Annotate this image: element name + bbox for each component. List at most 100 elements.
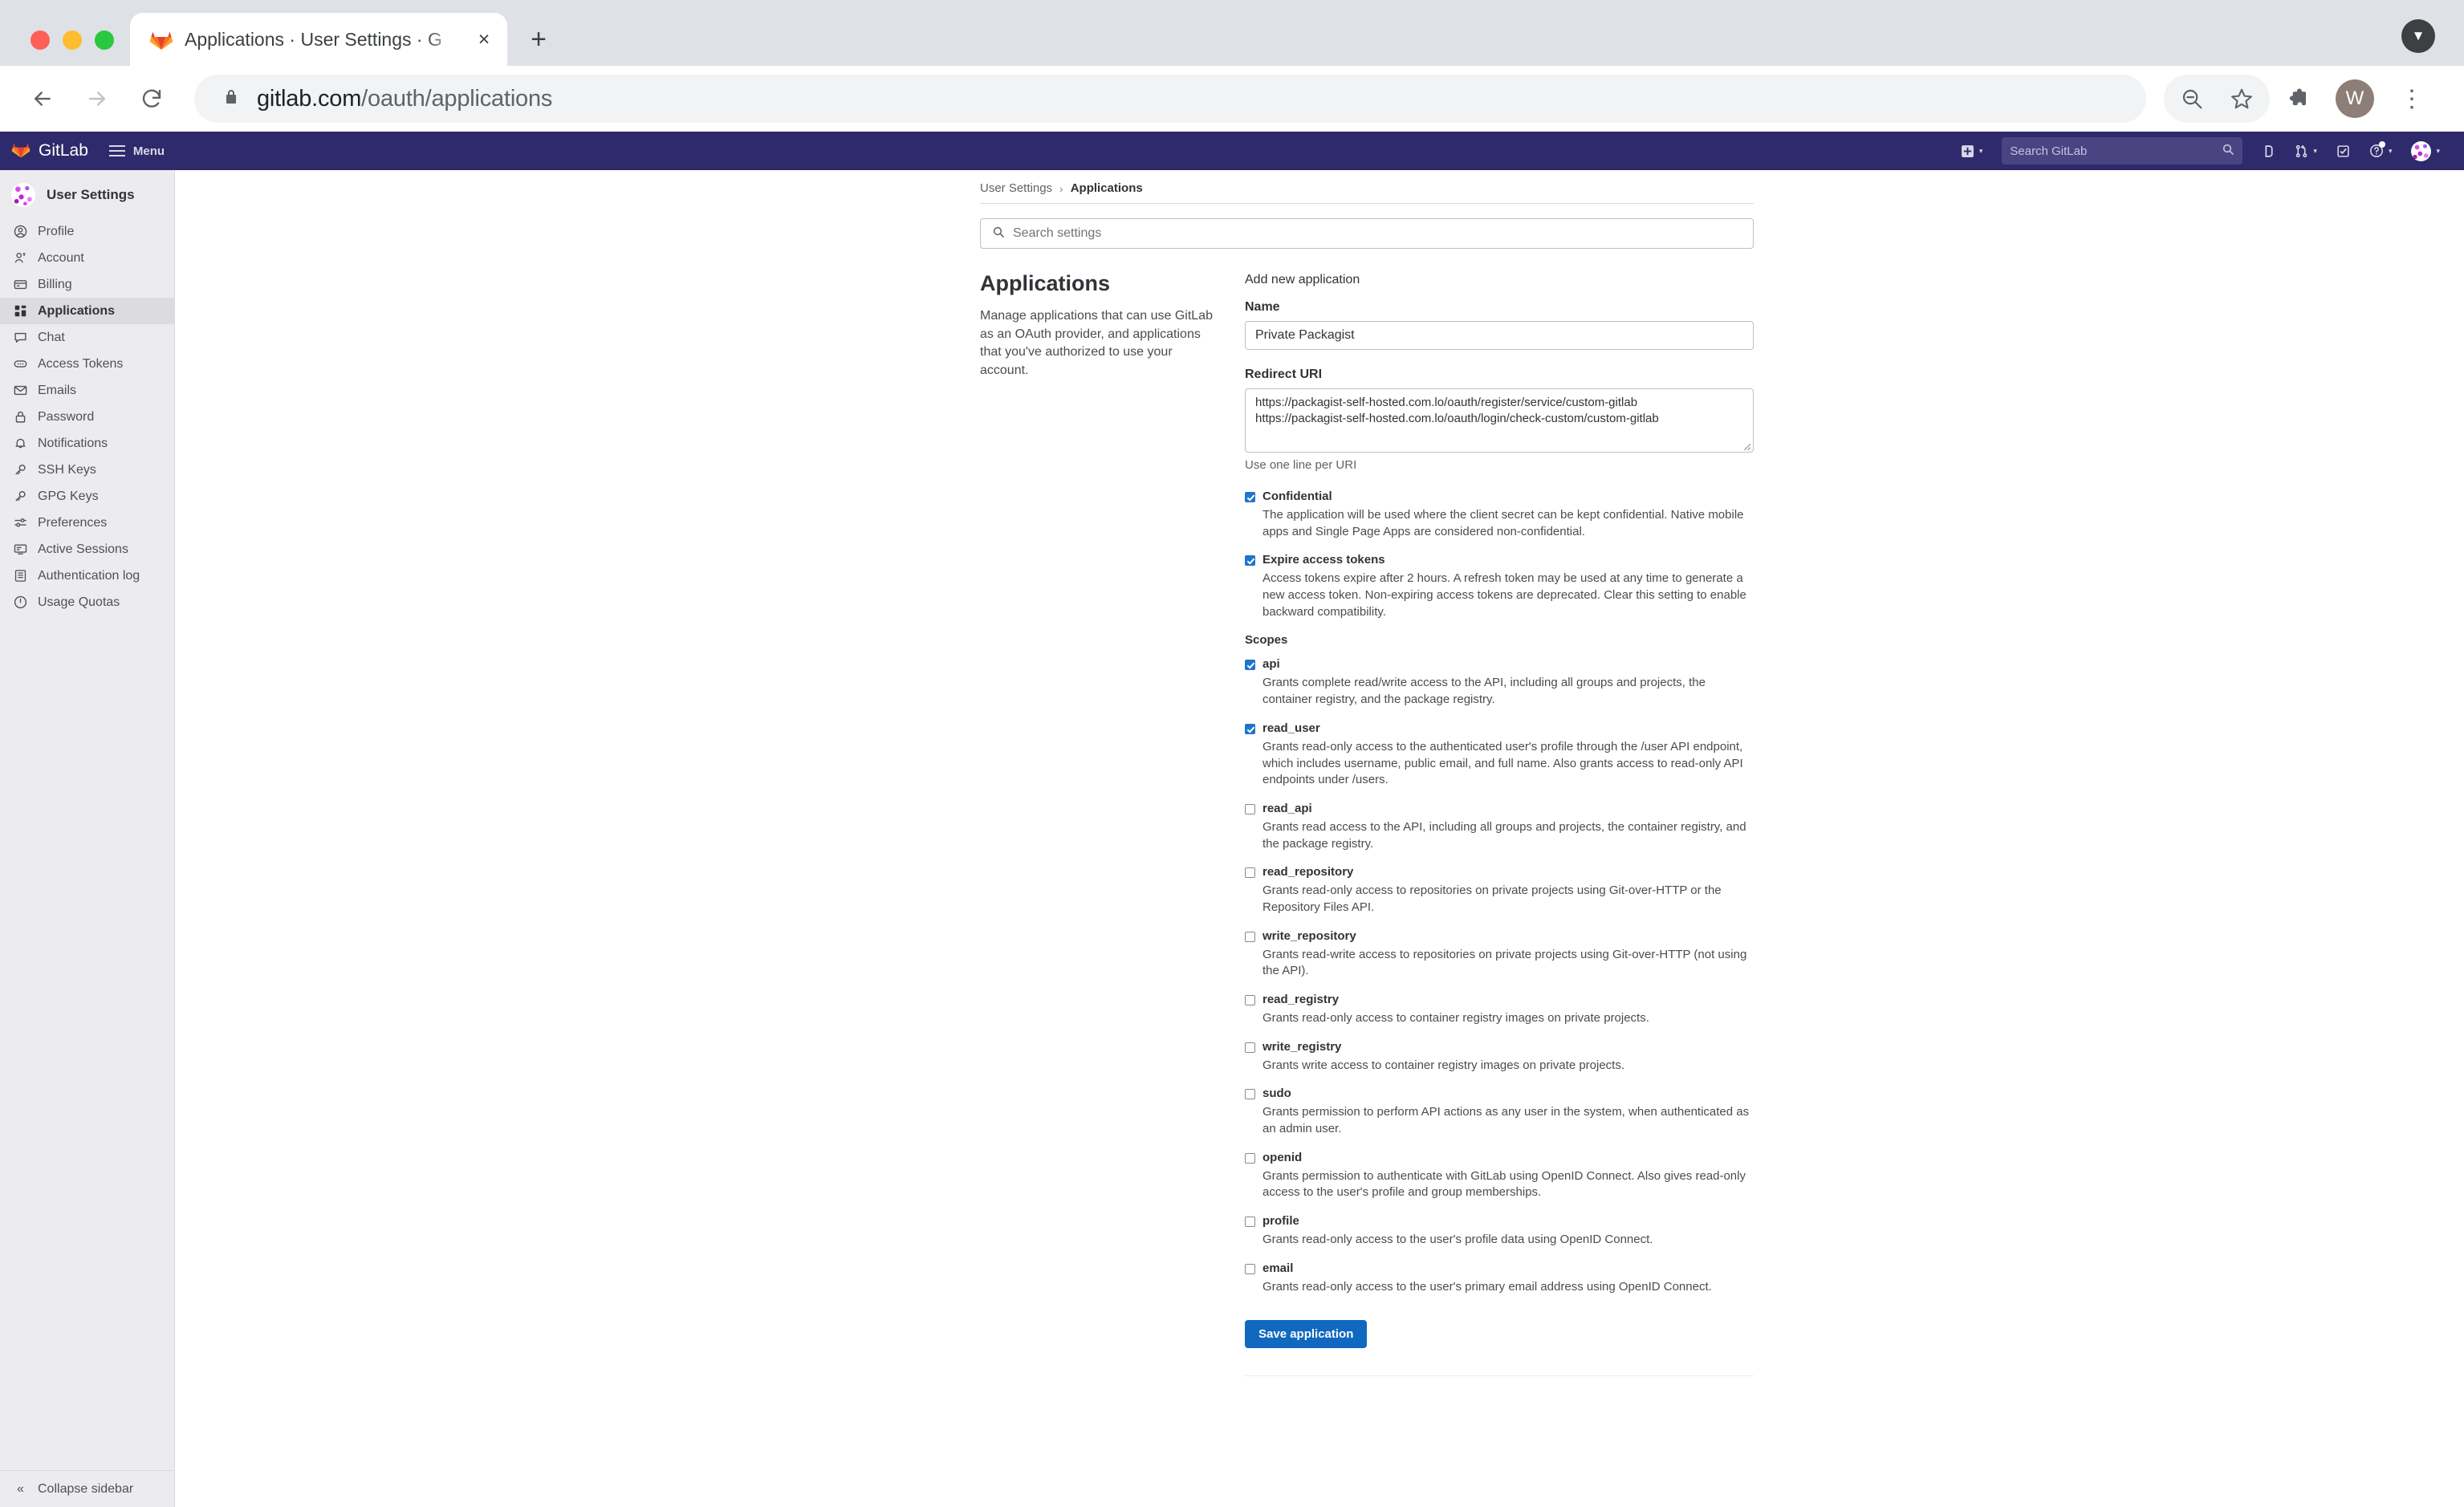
key-icon (13, 462, 28, 477)
profile-icon (13, 224, 28, 239)
sidebar-item-label: Notifications (38, 436, 108, 450)
scope-profile: profile Grants read-only access to the u… (1245, 1214, 1754, 1249)
sidebar-item-label: SSH Keys (38, 462, 96, 477)
main-content: User Settings › Applications Search sett… (175, 170, 2464, 1507)
redirect-uri-textarea[interactable]: https://packagist-self-hosted.com.lo/oau… (1245, 388, 1754, 453)
scope-openid-label: openid (1262, 1150, 1303, 1164)
confidential-checkbox[interactable] (1245, 492, 1255, 502)
new-tab-button[interactable]: + (518, 19, 559, 59)
log-list-icon (13, 568, 28, 583)
sidebar-item-applications[interactable]: Applications (0, 298, 174, 324)
user-menu-button[interactable]: ▾ (2403, 136, 2448, 165)
browser-menu-icon[interactable]: ⋮ (2387, 74, 2437, 124)
gitlab-favicon-icon (149, 27, 173, 51)
gitlab-menu-label: Menu (132, 144, 165, 158)
new-dropdown-button[interactable]: ▾ (1953, 136, 1991, 165)
scope-read-registry-description: Grants read-only access to container reg… (1262, 1011, 1649, 1025)
tab-list-chevron-down-icon[interactable]: ▼ (2401, 19, 2435, 53)
scope-profile-checkbox[interactable] (1245, 1217, 1255, 1228)
scope-write-registry-checkbox[interactable] (1245, 1042, 1255, 1053)
merge-requests-button[interactable]: ▾ (2287, 136, 2325, 165)
scope-read-registry-checkbox[interactable] (1245, 995, 1255, 1005)
bookmark-star-icon[interactable] (2217, 74, 2267, 124)
sidebar-item-billing[interactable]: Billing (0, 271, 174, 298)
sidebar-item-label: Preferences (38, 515, 108, 530)
scope-write-repository-checkbox[interactable] (1245, 931, 1255, 942)
scope-read-user-checkbox[interactable] (1245, 723, 1255, 734)
collapse-sidebar-button[interactable]: « Collapse sidebar (0, 1470, 174, 1507)
redirect-uri-field-group: Redirect URI https://packagist-self-host… (1245, 368, 1754, 472)
sidebar-item-notifications[interactable]: Notifications (0, 430, 174, 457)
scope-email-checkbox[interactable] (1245, 1263, 1255, 1274)
sidebar-item-label: GPG Keys (38, 489, 99, 503)
zoom-bookmark-group (2164, 75, 2270, 123)
user-avatar (2411, 140, 2432, 161)
todos-button[interactable] (2328, 136, 2358, 165)
scope-api-checkbox[interactable] (1245, 660, 1255, 671)
scope-read-repository-description: Grants read-only access to repositories … (1262, 883, 1722, 914)
gitlab-menu-button[interactable]: Menu (108, 144, 165, 158)
window-minimize-button[interactable] (63, 30, 82, 50)
sidebar-item-label: Profile (38, 224, 75, 238)
sidebar-item-chat[interactable]: Chat (0, 324, 174, 351)
expire-access-tokens-checkbox[interactable] (1245, 555, 1255, 567)
sidebar-item-authentication-log[interactable]: Authentication log (0, 563, 174, 589)
save-application-button[interactable]: Save application (1245, 1319, 1368, 1348)
scope-sudo-checkbox[interactable] (1245, 1089, 1255, 1100)
zoom-out-icon[interactable] (2167, 74, 2217, 124)
sidebar-item-account[interactable]: Account (0, 245, 174, 271)
scope-sudo-label: sudo (1262, 1087, 1291, 1101)
search-settings-placeholder: Search settings (1013, 226, 1102, 240)
window-close-button[interactable] (30, 30, 50, 50)
issues-button[interactable] (2254, 136, 2283, 165)
scope-read-repository-checkbox[interactable] (1245, 867, 1255, 879)
address-bar[interactable]: gitlab.com/oauth/applications (194, 75, 2146, 123)
reload-button[interactable] (127, 74, 177, 124)
chevron-down-icon: ▾ (2388, 146, 2393, 155)
tab-close-icon[interactable]: × (470, 26, 498, 53)
gitlab-search-input[interactable]: Search GitLab (2002, 137, 2243, 165)
token-icon (13, 356, 28, 372)
scope-read-user: read_user Grants read-only access to the… (1245, 721, 1754, 789)
chevron-down-icon: ▾ (1978, 146, 1983, 155)
breadcrumb-separator-icon: › (1059, 181, 1063, 195)
gitlab-home-link[interactable]: GitLab (11, 140, 88, 163)
scope-email-description: Grants read-only access to the user's pr… (1262, 1279, 1712, 1294)
sidebar-item-profile[interactable]: Profile (0, 218, 174, 245)
forward-button[interactable] (72, 74, 122, 124)
confidential-description: The application will be used where the c… (1262, 508, 1744, 538)
tab-strip: Applications · User Settings · G × + ▼ (0, 0, 2464, 66)
breadcrumb-parent[interactable]: User Settings (980, 181, 1052, 195)
gitlab-search-placeholder: Search GitLab (2010, 144, 2088, 158)
resize-handle-icon[interactable] (1741, 441, 1751, 451)
hamburger-icon (108, 145, 125, 156)
sidebar-item-password[interactable]: Password (0, 404, 174, 430)
sidebar-item-emails[interactable]: Emails (0, 377, 174, 404)
name-input[interactable]: Private Packagist (1245, 321, 1754, 350)
sidebar-item-preferences[interactable]: Preferences (0, 510, 174, 536)
sidebar-item-usage-quotas[interactable]: Usage Quotas (0, 589, 174, 615)
scope-email-label: email (1262, 1261, 1294, 1275)
help-button[interactable]: ▾ (2361, 136, 2401, 165)
search-settings-input[interactable]: Search settings (980, 218, 1754, 249)
applications-grid-icon (13, 303, 28, 319)
option-expire-access-tokens: Expire access tokens Access tokens expir… (1245, 553, 1754, 620)
toolbar-right-actions: W ⋮ (2164, 74, 2437, 124)
window-maximize-button[interactable] (95, 30, 114, 50)
key-icon (13, 489, 28, 504)
sidebar-item-ssh-keys[interactable]: SSH Keys (0, 457, 174, 483)
sidebar-item-active-sessions[interactable]: Active Sessions (0, 536, 174, 563)
sidebar-item-gpg-keys[interactable]: GPG Keys (0, 483, 174, 510)
sidebar-header[interactable]: User Settings (0, 170, 174, 218)
back-button[interactable] (18, 74, 67, 124)
sidebar-item-label: Active Sessions (38, 542, 128, 556)
sidebar-item-label: Password (38, 409, 95, 424)
scope-read-api-checkbox[interactable] (1245, 803, 1255, 814)
scope-openid-checkbox[interactable] (1245, 1152, 1255, 1164)
expire-access-tokens-description: Access tokens expire after 2 hours. A re… (1262, 571, 1746, 619)
browser-profile-avatar[interactable]: W (2336, 79, 2374, 118)
redirect-uri-line-2: https://packagist-self-hosted.com.lo/oau… (1255, 412, 1659, 426)
extensions-puzzle-icon[interactable] (2273, 74, 2323, 124)
sidebar-item-access-tokens[interactable]: Access Tokens (0, 351, 174, 377)
browser-tab[interactable]: Applications · User Settings · G × (130, 13, 507, 66)
